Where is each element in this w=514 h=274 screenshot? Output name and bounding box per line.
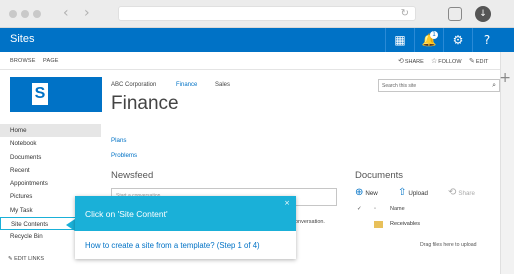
help-icon[interactable]: ? [472, 28, 501, 52]
folder-icon [374, 221, 383, 228]
page-title: Finance [111, 93, 179, 114]
suite-title[interactable]: Sites [10, 33, 34, 45]
address-bar[interactable]: ↻ [118, 6, 416, 21]
follow-button[interactable]: ☆FOLLOW [431, 57, 462, 65]
notification-badge: 1 [430, 31, 438, 39]
upload-arrow-icon: ⇧ [398, 187, 407, 198]
share-label: SHARE [404, 59, 424, 65]
ribbon: BROWSE PAGE ⟲SHARE ☆FOLLOW ✎EDIT [0, 52, 514, 70]
site-logo[interactable]: S [10, 77, 102, 112]
checkmark-icon[interactable]: ✓ [357, 206, 362, 212]
close-icon[interactable]: × [284, 199, 290, 207]
app-launcher-icon[interactable]: ▦ [385, 28, 414, 52]
documents-title: Documents [355, 170, 404, 181]
callout-title: Click on 'Site Content' [85, 209, 168, 219]
share-doc-label: Share [458, 190, 475, 197]
new-document-button[interactable]: ⊕ New [355, 187, 378, 198]
upload-label: Upload [408, 190, 428, 197]
link-plans[interactable]: Plans [111, 137, 126, 144]
column-name-header[interactable]: Name [390, 206, 405, 212]
topnav-sales[interactable]: Sales [215, 82, 230, 88]
download-icon[interactable]: ↓ [475, 6, 491, 22]
edit-button[interactable]: ✎EDIT [469, 57, 488, 65]
newsfeed-title: Newsfeed [111, 170, 154, 181]
settings-gear-icon[interactable]: ⚙ [443, 28, 472, 52]
plus-circle-icon: ⊕ [355, 187, 364, 198]
topnav-abc-corporation[interactable]: ABC Corporation [111, 82, 156, 88]
close-window-dot[interactable] [9, 10, 17, 18]
conversation-text: onversation. [295, 219, 325, 225]
share-icon: ⟲ [448, 187, 457, 198]
quicklaunch-item-recent[interactable]: Recent [0, 164, 101, 177]
edit-links-label: EDIT LINKS [14, 256, 44, 262]
walkthrough-callout: Click on 'Site Content' × How to create … [75, 196, 296, 259]
callout-pointer [66, 219, 75, 231]
drag-files-hint: Drag files here to upload [420, 242, 477, 248]
callout-header: Click on 'Site Content' × [75, 196, 296, 231]
quicklaunch-item-appointments[interactable]: Appointments [0, 177, 101, 190]
search-placeholder: Search this site [382, 83, 417, 89]
sharepoint-logo-icon: S [32, 83, 48, 105]
share-icon: ⟲ [398, 57, 404, 65]
new-label: New [365, 190, 378, 197]
browser-toolbar: ‹ › ↻ ↓ [0, 0, 514, 28]
tab-browse[interactable]: BROWSE [10, 58, 36, 64]
pencil-icon: ✎ [469, 57, 475, 65]
link-problems[interactable]: Problems [111, 152, 137, 159]
callout-step-link[interactable]: How to create a site from a template? (S… [85, 241, 260, 250]
edit-links-button[interactable]: ✎ EDIT LINKS [8, 256, 44, 262]
share-button[interactable]: ⟲SHARE [398, 57, 424, 65]
share-document-button[interactable]: ⟲ Share [448, 187, 475, 198]
suite-bar: Sites ▦ 🔔 1 ⚙ ? [0, 28, 514, 52]
notifications-bell-icon[interactable]: 🔔 1 [414, 28, 443, 52]
follow-label: FOLLOW [438, 59, 462, 65]
tab-page[interactable]: PAGE [43, 58, 59, 64]
maximize-window-dot[interactable] [33, 10, 41, 18]
search-icon[interactable]: ⌕ [492, 81, 496, 90]
tabs-icon[interactable] [448, 7, 462, 21]
topnav-finance[interactable]: Finance [176, 82, 197, 88]
star-icon: ☆ [431, 57, 438, 65]
forward-arrow-icon[interactable]: › [84, 5, 90, 21]
quicklaunch-item-home[interactable]: Home [0, 124, 101, 138]
pencil-icon: ✎ [8, 256, 13, 262]
back-arrow-icon[interactable]: ‹ [63, 5, 69, 21]
document-row-receivables[interactable]: Receivables [390, 221, 420, 227]
edit-label: EDIT [475, 59, 489, 65]
upload-button[interactable]: ⇧ Upload [398, 187, 428, 198]
file-type-icon: ▫ [374, 206, 376, 212]
reload-icon[interactable]: ↻ [401, 8, 409, 19]
quicklaunch-item-documents[interactable]: Documents [0, 151, 101, 164]
quicklaunch-item-notebook[interactable]: Notebook [0, 137, 101, 150]
add-icon[interactable]: + [499, 70, 511, 86]
minimize-window-dot[interactable] [21, 10, 29, 18]
search-input[interactable]: Search this site ⌕ [378, 79, 500, 92]
